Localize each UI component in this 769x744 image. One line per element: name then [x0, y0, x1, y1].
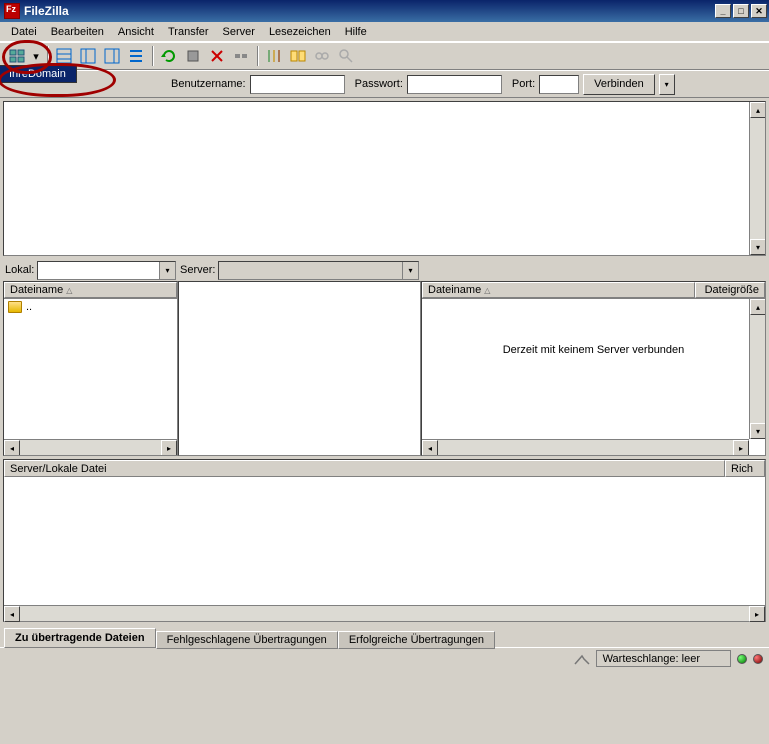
local-filename-header[interactable]: Dateiname △ [4, 282, 177, 298]
connect-history-dropdown[interactable]: ▾ [659, 74, 675, 95]
log-scrollbar[interactable]: ▴ ▾ [749, 102, 765, 255]
menu-bookmarks[interactable]: Lesezeichen [262, 24, 338, 40]
tab-failed-transfers[interactable]: Fehlgeschlagene Übertragungen [156, 631, 338, 649]
queue-direction-header[interactable]: Rich [725, 460, 765, 477]
search-button[interactable] [335, 45, 357, 67]
local-path-label: Lokal: [5, 264, 34, 276]
remote-size-header[interactable]: Dateigröße [695, 282, 765, 298]
chevron-down-icon[interactable]: ▾ [402, 262, 418, 279]
activity-led-receive-icon [737, 654, 747, 664]
toggle-log-button[interactable] [53, 45, 75, 67]
minimize-button[interactable]: _ [715, 4, 731, 18]
connect-button[interactable]: Verbinden [583, 74, 655, 95]
sync-browse-button[interactable] [311, 45, 333, 67]
sort-ascending-icon: △ [484, 286, 490, 295]
chevron-down-icon[interactable]: ▾ [159, 262, 175, 279]
toolbar-separator [152, 46, 153, 66]
local-file-list[interactable]: .. ◂ ▸ [4, 299, 177, 455]
menu-file[interactable]: Datei [4, 24, 44, 40]
title-bar: FileZilla _ □ ✕ [0, 0, 769, 22]
menu-view[interactable]: Ansicht [111, 24, 161, 40]
scroll-down-icon[interactable]: ▾ [750, 423, 765, 439]
folder-icon [8, 301, 22, 313]
local-path-combo[interactable]: ▾ [37, 261, 176, 280]
disconnect-button[interactable] [230, 45, 252, 67]
queue-tabstrip: Zu übertragende Dateien Fehlgeschlagene … [0, 625, 769, 647]
remote-vscrollbar[interactable]: ▴ ▾ [749, 299, 765, 439]
app-logo-icon [4, 3, 20, 19]
scroll-up-icon[interactable]: ▴ [750, 299, 765, 315]
server-tree-pane: Server: ▾ [178, 259, 421, 456]
not-connected-message: Derzeit mit keinem Server verbunden [422, 299, 765, 356]
cancel-button[interactable] [206, 45, 228, 67]
scroll-left-icon[interactable]: ◂ [422, 440, 438, 455]
process-queue-button[interactable] [182, 45, 204, 67]
close-button[interactable]: ✕ [751, 4, 767, 18]
quickconnect-bar: Benutzername: Passwort: Port: Verbinden … [0, 70, 769, 98]
server-path-combo[interactable]: ▾ [218, 261, 419, 280]
scroll-up-icon[interactable]: ▴ [750, 102, 766, 118]
menu-bar: Datei Bearbeiten Ansicht Transfer Server… [0, 22, 769, 42]
tab-successful-transfers[interactable]: Erfolgreiche Übertragungen [338, 631, 495, 649]
remote-hscrollbar[interactable]: ◂ ▸ [422, 439, 749, 455]
scroll-right-icon[interactable]: ▸ [749, 606, 765, 622]
local-pane: Lokal: ▾ Dateiname △ .. ◂ ▸ [3, 259, 178, 456]
menu-transfer[interactable]: Transfer [161, 24, 216, 40]
scroll-left-icon[interactable]: ◂ [4, 606, 20, 622]
message-log-panel: ▴ ▾ [3, 101, 766, 256]
username-input[interactable] [250, 75, 345, 94]
menu-edit[interactable]: Bearbeiten [44, 24, 111, 40]
scroll-right-icon[interactable]: ▸ [161, 440, 177, 455]
compare-button[interactable] [287, 45, 309, 67]
server-tree[interactable] [179, 282, 420, 455]
port-input[interactable] [539, 75, 579, 94]
username-label: Benutzername: [171, 78, 246, 90]
tab-pending-transfers[interactable]: Zu übertragende Dateien [4, 628, 156, 648]
menu-help[interactable]: Hilfe [338, 24, 374, 40]
toolbar-separator [47, 46, 48, 66]
remote-file-list[interactable]: Derzeit mit keinem Server verbunden ◂ ▸ … [422, 299, 765, 455]
main-toolbar: IhreDomain ▾ [0, 42, 769, 70]
scroll-left-icon[interactable]: ◂ [4, 440, 20, 455]
queue-hscrollbar[interactable]: ◂ ▸ [4, 605, 765, 621]
toggle-queue-button[interactable] [125, 45, 147, 67]
local-hscrollbar[interactable]: ◂ ▸ [4, 439, 177, 455]
site-manager-button[interactable]: IhreDomain [6, 45, 28, 67]
toggle-local-tree-button[interactable] [77, 45, 99, 67]
scroll-down-icon[interactable]: ▾ [750, 239, 766, 255]
toolbar-separator [257, 46, 258, 66]
menu-server[interactable]: Server [216, 24, 262, 40]
server-path-label: Server: [180, 264, 215, 276]
remote-filename-header[interactable]: Dateiname △ [422, 282, 695, 298]
scroll-right-icon[interactable]: ▸ [733, 440, 749, 455]
speed-limit-icon[interactable] [574, 652, 590, 666]
remote-pane: Dateiname △ Dateigröße Derzeit mit keine… [421, 259, 766, 456]
status-bar: Warteschlange: leer [0, 647, 769, 669]
refresh-button[interactable] [158, 45, 180, 67]
port-label: Port: [512, 78, 535, 90]
site-manager-dropdown-icon[interactable]: ▾ [30, 45, 42, 67]
sort-ascending-icon: △ [66, 286, 72, 295]
maximize-button[interactable]: □ [733, 4, 749, 18]
queue-status-cell: Warteschlange: leer [596, 650, 731, 667]
password-label: Passwort: [355, 78, 403, 90]
window-title: FileZilla [24, 4, 713, 18]
queue-server-header[interactable]: Server/Lokale Datei [4, 460, 725, 477]
site-dropdown-item[interactable]: IhreDomain [0, 65, 77, 83]
file-panes: Lokal: ▾ Dateiname △ .. ◂ ▸ [0, 259, 769, 456]
filter-button[interactable] [263, 45, 285, 67]
activity-led-send-icon [753, 654, 763, 664]
password-input[interactable] [407, 75, 502, 94]
queue-list[interactable]: ◂ ▸ [4, 477, 765, 621]
toggle-remote-tree-button[interactable] [101, 45, 123, 67]
parent-directory-item[interactable]: .. [4, 299, 177, 315]
transfer-queue-panel: Server/Lokale Datei Rich ◂ ▸ [3, 459, 766, 622]
